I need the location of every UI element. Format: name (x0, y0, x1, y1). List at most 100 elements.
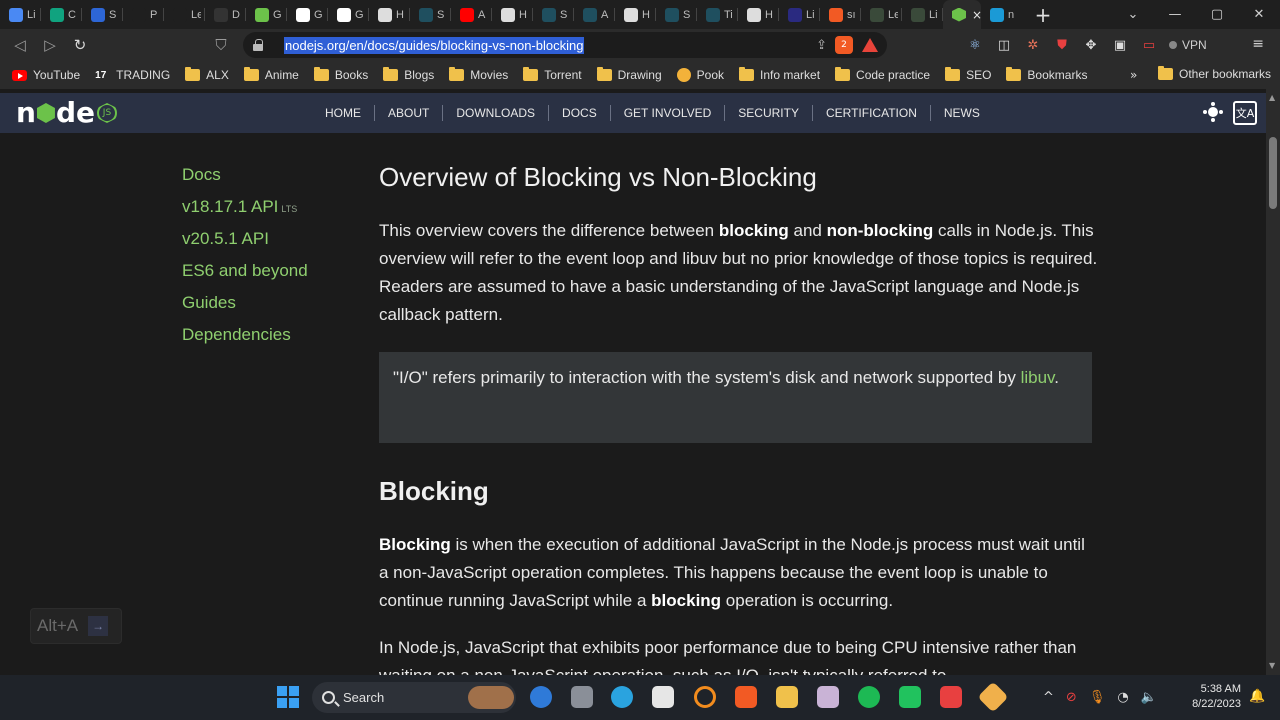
search-everything-icon[interactable] (694, 686, 716, 708)
nav-home[interactable]: HOME (312, 105, 375, 121)
tray-overflow-icon[interactable]: ^ (1043, 690, 1054, 705)
tab-0[interactable]: Li (0, 0, 41, 29)
start-icon[interactable] (277, 686, 299, 708)
address-bar[interactable]: nodejs.org/en/docs/guides/blocking-vs-no… (243, 32, 887, 58)
bookmark-youtube[interactable]: YouTube (12, 68, 80, 82)
libuv-link[interactable]: libuv (1021, 368, 1055, 387)
tab-14[interactable]: A (574, 0, 615, 29)
bookmark-movies[interactable]: Movies (449, 67, 508, 82)
new-tab-button[interactable]: + (1028, 3, 1058, 27)
language-picker-icon[interactable]: 文A (1233, 101, 1257, 125)
tab-3[interactable]: P (123, 0, 164, 29)
tab-9[interactable]: H (369, 0, 410, 29)
telegram-icon[interactable] (611, 686, 633, 708)
edge-icon[interactable] (530, 686, 552, 708)
pycharm-icon[interactable] (899, 686, 921, 708)
sidebar-icon[interactable]: ▣ (1111, 36, 1129, 54)
bookmark-info-market[interactable]: Info market (739, 67, 820, 82)
tab-2[interactable]: S (82, 0, 123, 29)
alt-a-overlay[interactable]: Alt+A → (30, 608, 122, 644)
nav-about[interactable]: ABOUT (375, 105, 444, 121)
forward-button[interactable]: ▷ (35, 36, 65, 54)
extensions-puzzle-icon[interactable]: ✥ (1082, 36, 1100, 54)
tab-10[interactable]: S (410, 0, 451, 29)
scroll-down-icon[interactable]: ▼ (1269, 661, 1275, 670)
bookmark-anime[interactable]: Anime (243, 67, 299, 82)
share-icon[interactable]: ⇪ (816, 38, 827, 53)
extension-gear-icon[interactable]: ✲ (1024, 36, 1042, 54)
tab-21[interactable]: Le (861, 0, 902, 29)
tab-19[interactable]: Li (779, 0, 820, 29)
bookmark-bookmarks[interactable]: Bookmarks (1006, 67, 1087, 82)
nav-security[interactable]: SECURITY (725, 105, 813, 121)
lock-icon[interactable] (253, 39, 265, 51)
back-button[interactable]: ◁ (5, 36, 35, 54)
bookmark-blogs[interactable]: Blogs (383, 67, 434, 82)
close-window-button[interactable]: ✕ (1238, 7, 1280, 22)
tab-5[interactable]: D (205, 0, 246, 29)
nodejs-logo[interactable]: n de JS (16, 99, 117, 127)
sidebar-item-guides[interactable]: Guides (182, 293, 352, 325)
nav-get-involved[interactable]: GET INVOLVED (611, 105, 726, 121)
tab-4[interactable]: Le (164, 0, 205, 29)
tab-7[interactable]: G (287, 0, 328, 29)
tab-18[interactable]: H (738, 0, 779, 29)
taskbar-search[interactable]: Search (312, 682, 516, 713)
sidebar-item-v18-17-1-api[interactable]: v18.17.1 API LTS (182, 197, 352, 229)
sidebar-item-dependencies[interactable]: Dependencies (182, 325, 352, 357)
app-c-icon[interactable] (940, 686, 962, 708)
react-devtools-icon[interactable]: ⚛ (966, 36, 984, 54)
bookmark-books[interactable]: Books (313, 67, 368, 82)
brave-shields-icon[interactable]: 2 (835, 36, 853, 54)
url-text[interactable]: nodejs.org/en/docs/guides/blocking-vs-no… (284, 36, 585, 54)
tab-active[interactable]: × (943, 0, 982, 29)
sidebar-item-v20-5-1-api[interactable]: v20.5.1 API (182, 229, 352, 261)
wifi-icon[interactable]: ◔ (1117, 690, 1128, 705)
git-icon[interactable] (977, 681, 1009, 713)
vpn-button[interactable]: VPN (1169, 38, 1207, 52)
tab-20[interactable]: sı (820, 0, 861, 29)
tab-17[interactable]: Ti (697, 0, 738, 29)
brave-taskbar-icon[interactable] (735, 686, 757, 708)
sidebar-item-es6-and-beyond[interactable]: ES6 and beyond (182, 261, 352, 293)
reload-button[interactable]: ↻ (65, 36, 95, 54)
bookmark-torrent[interactable]: Torrent (523, 67, 582, 82)
browser-menu-icon[interactable]: ≡ (1252, 36, 1264, 52)
task-view-icon[interactable] (571, 686, 593, 708)
bookmark-pook[interactable]: Pook (676, 68, 724, 82)
anime-app-icon[interactable] (817, 686, 839, 708)
volume-icon[interactable]: 🔈 (1141, 690, 1157, 705)
brave-rewards-icon[interactable] (861, 36, 879, 54)
bookmark-code-practice[interactable]: Code practice (835, 67, 930, 82)
tab-13[interactable]: S (533, 0, 574, 29)
wallet-icon[interactable]: ▭ (1140, 36, 1158, 54)
tab-search-button[interactable]: ⌄ (1112, 7, 1154, 22)
ublock-icon[interactable]: ⛊ (1053, 36, 1071, 54)
microphone-icon[interactable]: 🎙 (1089, 690, 1106, 705)
tab-8[interactable]: G (328, 0, 369, 29)
tab-16[interactable]: S (656, 0, 697, 29)
bookmarks-overflow-icon[interactable]: » (1130, 68, 1137, 82)
bookmark-icon[interactable]: ⛉ (206, 36, 236, 54)
nav-downloads[interactable]: DOWNLOADS (443, 105, 550, 121)
tab-22[interactable]: Li (902, 0, 943, 29)
nav-docs[interactable]: DOCS (549, 105, 611, 121)
sidebar-item-docs[interactable]: Docs (182, 165, 352, 197)
bookmark-alx[interactable]: ALX (185, 67, 229, 82)
bookmark-drawing[interactable]: Drawing (596, 67, 662, 82)
bookmark-trading[interactable]: 17 TRADING (95, 68, 170, 82)
theme-toggle-icon[interactable] (1202, 101, 1224, 123)
notification-icon[interactable]: 🔔 (1249, 689, 1265, 704)
tab-last[interactable]: n (981, 0, 1022, 29)
network-status-icon[interactable]: ⊘ (1066, 690, 1077, 705)
tab-11[interactable]: A (451, 0, 492, 29)
bookmark-seo[interactable]: SEO (945, 67, 991, 82)
scroll-up-icon[interactable]: ▲ (1269, 93, 1275, 102)
maximize-button[interactable]: ▢ (1196, 7, 1238, 22)
nav-certification[interactable]: CERTIFICATION (813, 105, 931, 121)
scrollbar-thumb[interactable] (1269, 137, 1277, 209)
minimize-button[interactable]: — (1154, 7, 1196, 22)
spotify-icon[interactable] (858, 686, 880, 708)
tab-6[interactable]: G (246, 0, 287, 29)
store-icon[interactable] (652, 686, 674, 708)
